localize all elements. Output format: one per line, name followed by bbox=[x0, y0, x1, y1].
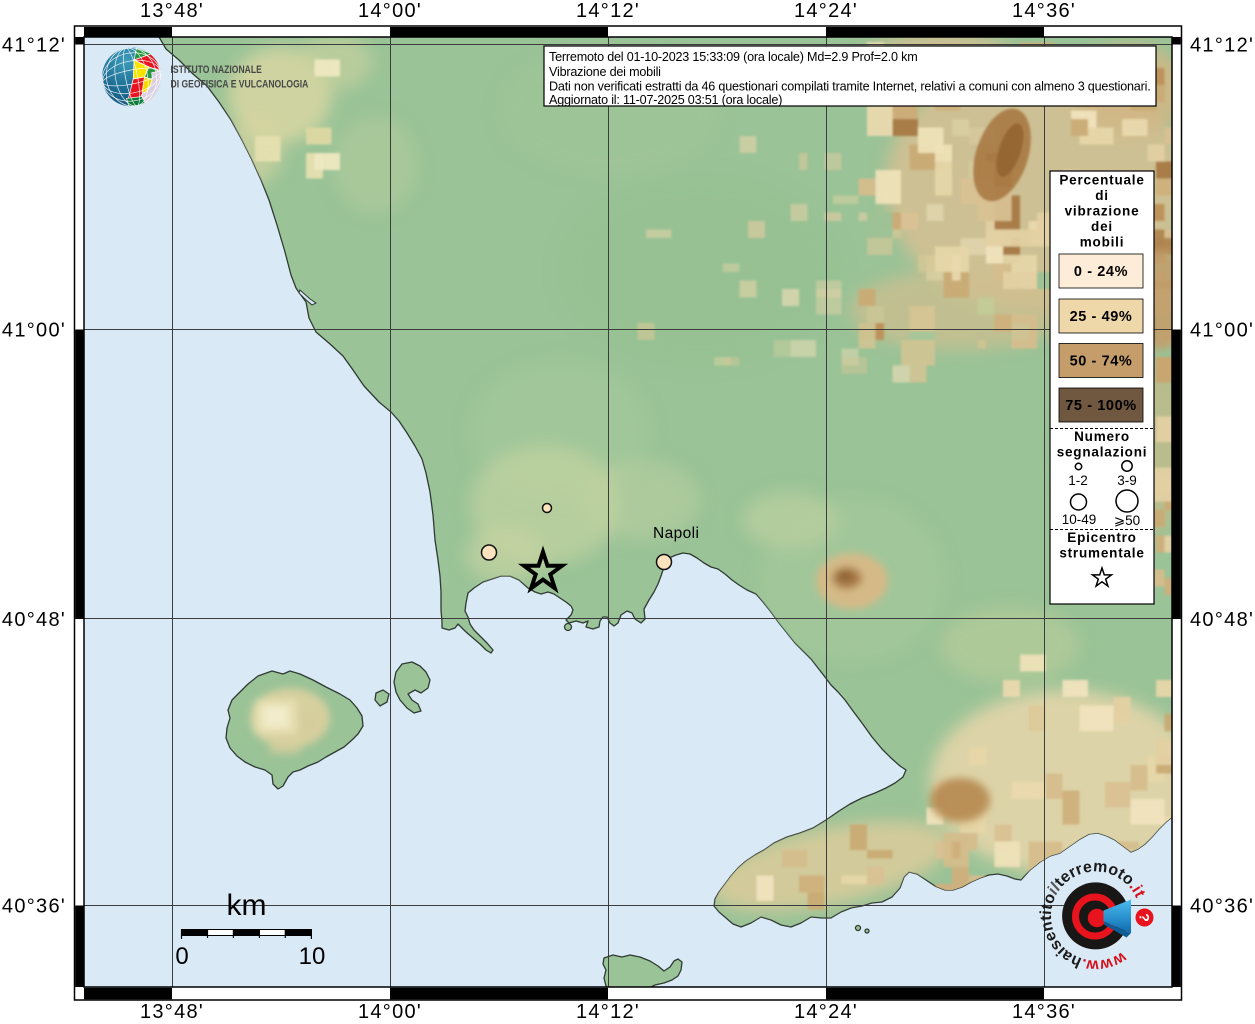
svg-text:ISTITUTO NAZIONALE: ISTITUTO NAZIONALE bbox=[171, 64, 263, 76]
svg-text:14°24': 14°24' bbox=[794, 1001, 858, 1023]
svg-text:75 - 100%: 75 - 100% bbox=[1065, 398, 1137, 414]
svg-text:?: ? bbox=[1137, 913, 1153, 922]
svg-text:Napoli: Napoli bbox=[653, 525, 699, 542]
svg-text:41°12': 41°12' bbox=[1190, 35, 1254, 57]
svg-text:13°48': 13°48' bbox=[140, 1001, 204, 1023]
svg-text:Dati non verificati estratti d: Dati non verificati estratti da 46 quest… bbox=[549, 80, 1151, 94]
svg-text:14°00': 14°00' bbox=[358, 0, 422, 22]
svg-text:strumentale: strumentale bbox=[1059, 546, 1144, 561]
svg-text:14°12': 14°12' bbox=[576, 0, 640, 22]
svg-text:14°12': 14°12' bbox=[576, 1001, 640, 1023]
svg-text:vibrazione: vibrazione bbox=[1065, 204, 1140, 219]
svg-text:14°24': 14°24' bbox=[794, 0, 858, 22]
svg-text:Epicentro: Epicentro bbox=[1067, 530, 1136, 545]
svg-text:41°00': 41°00' bbox=[2, 320, 66, 342]
svg-text:0 - 24%: 0 - 24% bbox=[1074, 264, 1128, 280]
svg-text:40°48': 40°48' bbox=[1190, 609, 1254, 631]
svg-text:segnalazioni: segnalazioni bbox=[1057, 445, 1148, 460]
svg-text:41°00': 41°00' bbox=[1190, 320, 1254, 342]
svg-text:14°36': 14°36' bbox=[1012, 1001, 1076, 1023]
svg-text:25 - 49%: 25 - 49% bbox=[1070, 309, 1133, 325]
svg-text:Aggiornato il: 11-07-2025 03:5: Aggiornato il: 11-07-2025 03:51 (ora loc… bbox=[549, 93, 782, 107]
svg-text:41°12': 41°12' bbox=[2, 35, 66, 57]
svg-text:0: 0 bbox=[175, 943, 188, 970]
svg-text:Percentuale: Percentuale bbox=[1059, 173, 1144, 188]
svg-text:dei: dei bbox=[1091, 219, 1113, 234]
svg-text:50 - 74%: 50 - 74% bbox=[1070, 354, 1133, 370]
svg-text:Vibrazione dei mobili: Vibrazione dei mobili bbox=[549, 65, 661, 79]
svg-text:Numero: Numero bbox=[1074, 429, 1130, 444]
svg-text:di: di bbox=[1095, 188, 1109, 203]
svg-text:1-2: 1-2 bbox=[1068, 473, 1088, 488]
svg-text:10-49: 10-49 bbox=[1062, 512, 1097, 527]
svg-text:DI GEOFISICA E VULCANOLOGIA: DI GEOFISICA E VULCANOLOGIA bbox=[171, 79, 309, 91]
svg-text:14°00': 14°00' bbox=[358, 1001, 422, 1023]
svg-text:10: 10 bbox=[299, 943, 326, 970]
svg-text:3-9: 3-9 bbox=[1117, 473, 1137, 488]
svg-text:Terremoto del 01-10-2023 15:33: Terremoto del 01-10-2023 15:33:09 (ora l… bbox=[549, 50, 918, 64]
svg-text:40°48': 40°48' bbox=[2, 609, 66, 631]
svg-text:40°36': 40°36' bbox=[1190, 896, 1254, 918]
svg-text:⩾50: ⩾50 bbox=[1114, 513, 1140, 528]
svg-text:14°36': 14°36' bbox=[1012, 0, 1076, 22]
svg-text:40°36': 40°36' bbox=[2, 896, 66, 918]
svg-text:km: km bbox=[227, 889, 267, 922]
svg-text:13°48': 13°48' bbox=[140, 0, 204, 22]
svg-text:mobili: mobili bbox=[1080, 235, 1125, 250]
